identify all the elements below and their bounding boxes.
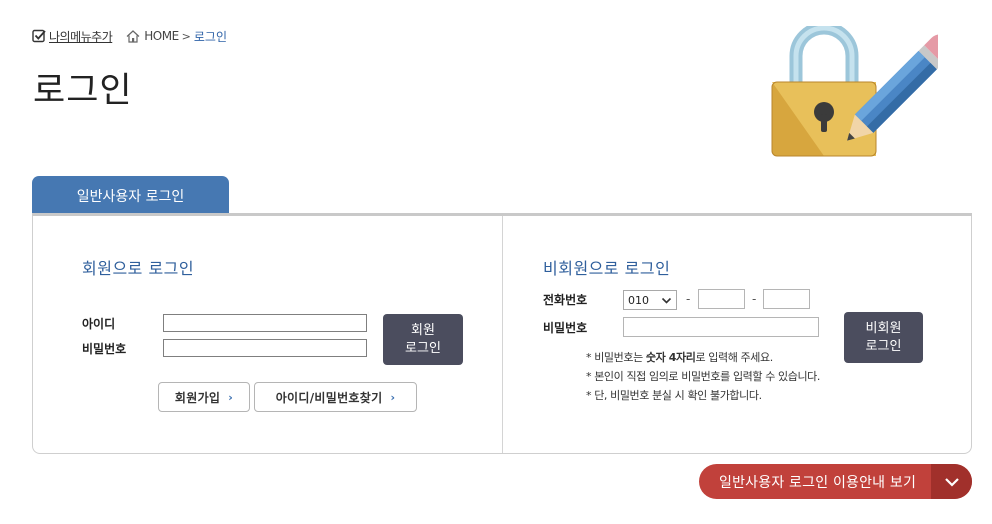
member-login-button-line2: 로그인 (405, 340, 441, 356)
member-login-title: 회원으로 로그인 (82, 259, 195, 278)
nonmember-password-input[interactable] (623, 317, 819, 337)
chevron-right-icon: › (390, 390, 396, 404)
nonmember-login-title: 비회원으로 로그인 (543, 259, 671, 278)
login-guide-label: 일반사용자 로그인 이용안내 보기 (719, 474, 917, 491)
panel-divider (502, 216, 503, 453)
password-label: 비밀번호 (82, 342, 127, 356)
checkbox-icon (32, 29, 46, 43)
member-login-button-line1: 회원 (411, 322, 435, 338)
note-line: * 비밀번호는 숫자 4자리로 입력해 주세요. (586, 351, 773, 364)
nonmember-login-button-line2: 로그인 (865, 338, 902, 354)
topbar: 나의메뉴추가 HOME > 로그인 (32, 27, 227, 45)
id-input[interactable] (163, 314, 367, 332)
breadcrumb-separator: > (181, 29, 191, 43)
note-line: * 본인이 직접 임의로 비밀번호를 입력할 수 있습니다. (586, 370, 820, 383)
join-button[interactable]: 회원가입 › (158, 382, 250, 412)
chevron-down-icon (661, 297, 672, 304)
add-my-menu-label: 나의메뉴추가 (49, 29, 113, 44)
find-id-password-button[interactable]: 아이디/비밀번호찾기 › (254, 382, 417, 412)
tab-general-user-login[interactable]: 일반사용자 로그인 (32, 176, 229, 215)
add-my-menu-link[interactable]: 나의메뉴추가 (32, 28, 113, 45)
breadcrumb: HOME > 로그인 (126, 28, 227, 45)
password-input[interactable] (163, 339, 367, 357)
nonmember-password-label: 비밀번호 (543, 321, 588, 335)
tab-label: 일반사용자 로그인 (76, 188, 185, 205)
find-id-password-label: 아이디/비밀번호찾기 (275, 390, 383, 405)
login-panel: 회원으로 로그인 아이디 비밀번호 회원 로그인 회원가입 › 아이디/비밀번호… (32, 216, 972, 454)
phone-dash-2: - (752, 292, 757, 306)
id-label: 아이디 (82, 317, 116, 331)
phone-middle-input[interactable] (698, 289, 745, 309)
note-line: * 단, 비밀번호 분실 시 확인 불가합니다. (586, 389, 762, 402)
phone-label: 전화번호 (543, 293, 588, 307)
nonmember-notes: * 비밀번호는 숫자 4자리로 입력해 주세요. * 본인이 직접 임의로 비밀… (586, 348, 820, 405)
member-login-button[interactable]: 회원 로그인 (383, 314, 463, 365)
nonmember-login-button[interactable]: 비회원 로그인 (844, 312, 923, 363)
chevron-down-icon (931, 464, 972, 499)
lock-pencil-illustration (771, 26, 938, 157)
breadcrumb-home[interactable]: HOME (144, 29, 179, 43)
phone-dash-1: - (686, 292, 691, 306)
page-title: 로그인 (33, 71, 133, 111)
login-guide-button[interactable]: 일반사용자 로그인 이용안내 보기 (699, 464, 972, 499)
nonmember-login-button-line1: 비회원 (865, 320, 902, 336)
phone-prefix-select[interactable]: 010 (623, 290, 677, 310)
join-button-label: 회원가입 (174, 390, 221, 405)
home-icon (126, 29, 140, 43)
breadcrumb-current: 로그인 (193, 29, 227, 44)
phone-last-input[interactable] (763, 289, 810, 309)
chevron-right-icon: › (228, 390, 234, 404)
phone-prefix-value: 010 (628, 293, 649, 307)
